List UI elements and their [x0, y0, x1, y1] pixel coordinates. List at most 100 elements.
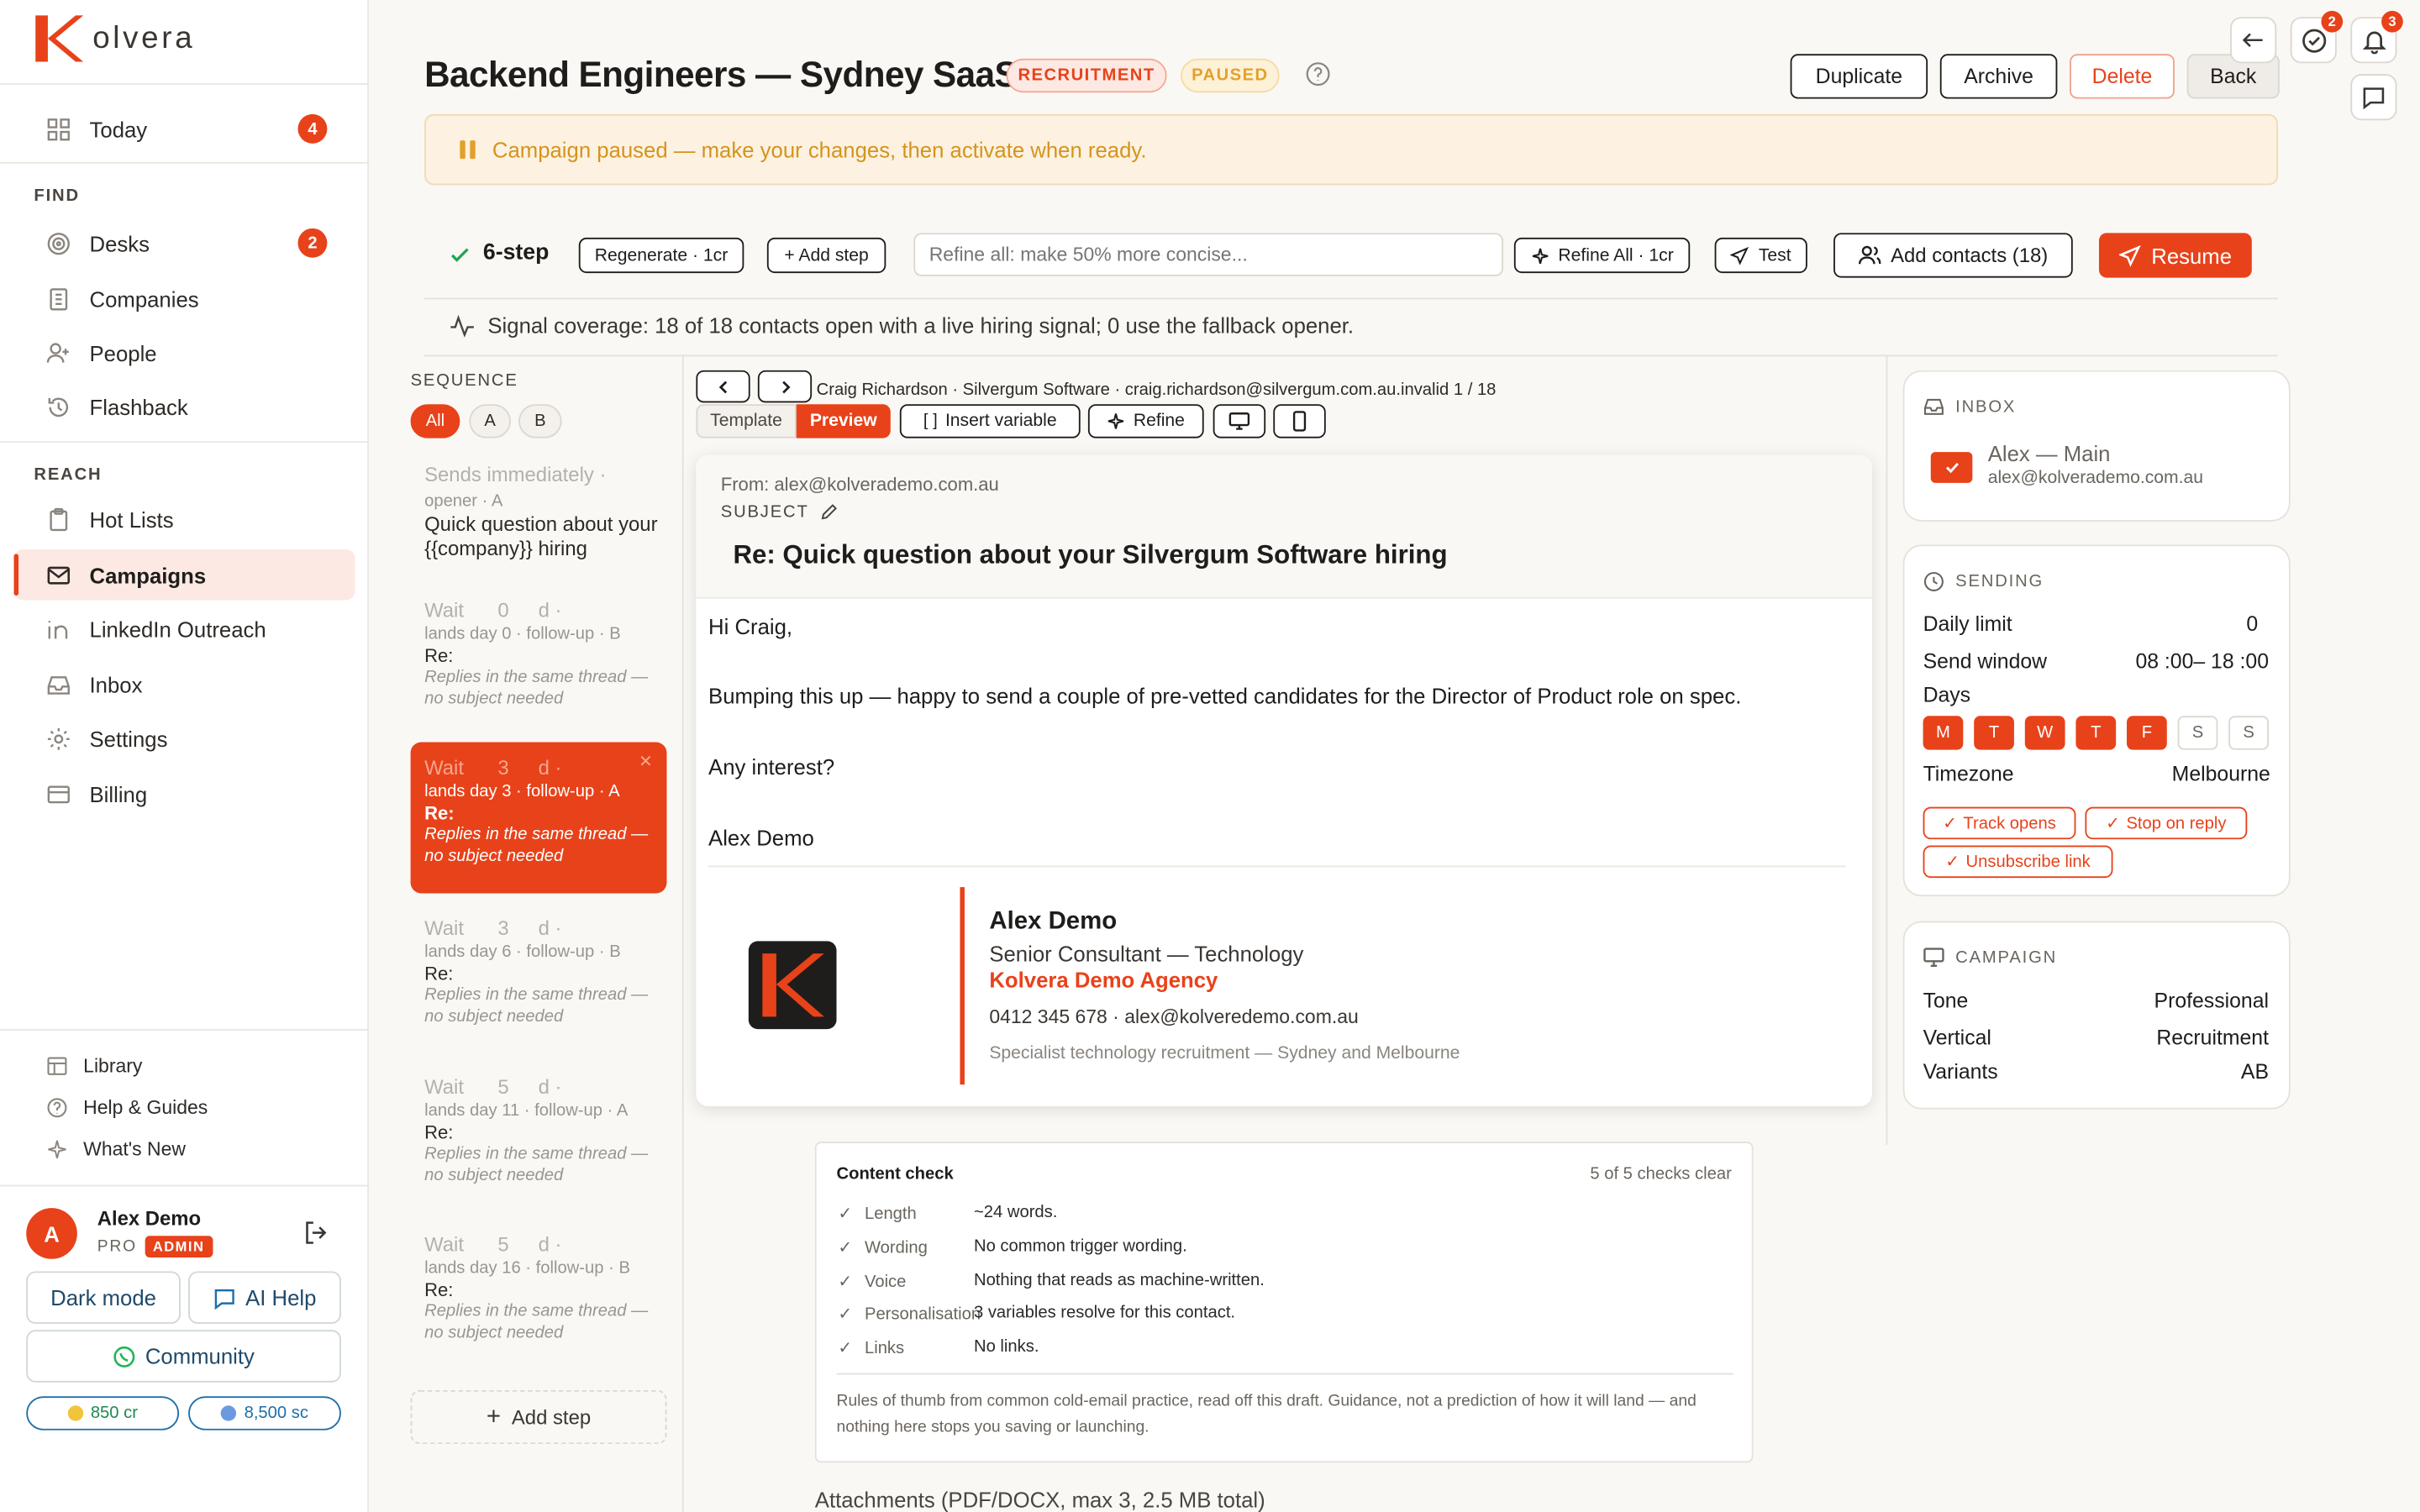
send-window-value[interactable]: 08 :00– 18 :00 [2135, 649, 2269, 673]
desktop-preview-button[interactable] [1213, 404, 1266, 438]
filter-b[interactable]: B [518, 404, 562, 438]
pause-icon [460, 140, 476, 160]
whatsapp-icon [113, 1346, 135, 1367]
step-meta: opener · A [424, 491, 503, 511]
sidebar-item-label: What's New [83, 1138, 186, 1161]
ai-help-button[interactable]: AI Help [188, 1271, 341, 1324]
sidebar-item-people[interactable]: People [14, 327, 355, 378]
logout-icon[interactable] [302, 1219, 330, 1247]
resume-button[interactable]: Resume [2098, 233, 2252, 278]
avatar[interactable]: A [26, 1208, 77, 1259]
sequence-step-3[interactable]: Wait 3 d · lands day 3 · follow-up · A Re:… [410, 742, 667, 894]
check-row: ✓ Voice Nothing that reads as machine-writ… [838, 1271, 1265, 1291]
next-contact-button[interactable] [757, 370, 813, 403]
day-toggle-mon[interactable]: M [1923, 716, 1964, 750]
delete-button[interactable]: Delete [2070, 54, 2175, 99]
wait-days[interactable]: 5 [497, 1233, 508, 1257]
messages-button[interactable] [2350, 74, 2397, 121]
collapse-button[interactable] [2230, 17, 2277, 64]
sequence-step-4[interactable]: Wait 3 d · lands day 6 · follow-up · B Re:… [411, 916, 667, 1027]
inbox-icon [1923, 398, 1944, 415]
tab-template[interactable]: Template [696, 404, 797, 438]
archive-button[interactable]: Archive [1939, 54, 2058, 99]
day-toggle-wed[interactable]: W [2024, 716, 2065, 750]
notifications-button[interactable]: 3 [2350, 10, 2403, 64]
duplicate-button[interactable]: Duplicate [1790, 54, 1928, 99]
day-toggle-sun[interactable]: S [2228, 716, 2270, 750]
sidebar-item-desks[interactable]: Desks 2 [14, 218, 355, 269]
phone-icon [1292, 411, 1307, 432]
check-label: Voice [864, 1272, 907, 1291]
sequence-step-6[interactable]: Wait 5 d · lands day 16 · follow-up · B Re… [411, 1233, 667, 1344]
test-button[interactable]: Test [1714, 237, 1807, 274]
wait-days[interactable]: 3 [497, 916, 508, 940]
sidebar-item-settings[interactable]: Settings [14, 713, 355, 764]
stop-on-reply-toggle[interactable]: ✓ Stop on reply [2085, 806, 2248, 840]
add-step-card[interactable]: + Add step [410, 1389, 667, 1445]
daily-limit-value[interactable]: 0 [2246, 612, 2258, 636]
remove-step-icon[interactable]: ✕ [639, 751, 653, 771]
email-subject[interactable]: Re: Quick question about your Silvergum … [733, 540, 1447, 571]
prev-contact-button[interactable] [696, 370, 750, 403]
tab-preview[interactable]: Preview [796, 404, 891, 438]
arrow-left-icon [2242, 33, 2263, 48]
days-label: Days [1923, 683, 1971, 707]
day-toggle-fri[interactable]: F [2127, 716, 2167, 750]
sidebar-item-linkedin-outreach[interactable]: LinkedIn Outreach [14, 603, 355, 654]
refine-all-button[interactable]: Refine All · 1cr [1513, 237, 1691, 274]
check-value: No links. [973, 1337, 1039, 1357]
signature-name: Alex Demo [989, 908, 1118, 936]
dark-mode-button[interactable]: Dark mode [26, 1271, 181, 1324]
help-icon[interactable] [1306, 61, 1330, 87]
check-row: ✓ Wording No common trigger wording. [838, 1237, 1186, 1257]
refine-button[interactable]: Refine [1087, 404, 1204, 438]
regenerate-button[interactable]: Regenerate · 1cr [578, 237, 744, 274]
email-paragraph-1: Bumping this up — happy to send a couple… [708, 683, 1742, 709]
day-toggle-thu[interactable]: T [2075, 716, 2117, 750]
sequence-step-2[interactable]: Wait 0 d · lands day 0 · follow-up · B Re:… [411, 599, 667, 710]
vertical-row: Vertical Recruitment [1923, 1026, 2269, 1049]
sidebar-item-whats-new[interactable]: What's New [46, 1138, 186, 1161]
filter-a[interactable]: A [469, 404, 511, 438]
sidebar-item-hot-lists[interactable]: Hot Lists [14, 494, 355, 545]
pencil-icon[interactable] [820, 503, 839, 522]
add-step-button[interactable]: + Add step [766, 237, 886, 274]
sidebar-item-today[interactable]: Today 4 [14, 103, 355, 155]
add-contacts-button[interactable]: Add contacts (18) [1833, 233, 2073, 278]
sequence-step-1[interactable]: Sends immediately · opener · A Quick que… [411, 463, 667, 562]
credits-pill[interactable]: 850 cr [26, 1396, 180, 1431]
tone-row: Tone Professional [1923, 989, 2269, 1012]
sidebar-item-library[interactable]: Library [46, 1055, 142, 1077]
community-button[interactable]: Community [26, 1330, 341, 1383]
check-icon: ✓ [2106, 814, 2121, 833]
sidebar-item-flashback[interactable]: Flashback [14, 381, 355, 433]
track-opens-toggle[interactable]: ✓ Track opens [1923, 806, 2076, 840]
check-circle-icon [2302, 28, 2326, 52]
tasks-button[interactable]: 2 [2290, 10, 2344, 64]
sequence-step-5[interactable]: Wait 5 d · lands day 11 · follow-up · A Re… [411, 1075, 667, 1186]
day-toggle-sat[interactable]: S [2177, 716, 2218, 750]
chevron-right-icon [781, 380, 790, 393]
refine-all-input[interactable] [913, 233, 1503, 276]
inbox-checkbox[interactable] [1930, 452, 1973, 483]
community-label: Community [145, 1343, 255, 1369]
filter-all[interactable]: All [410, 404, 460, 438]
unsubscribe-link-toggle[interactable]: ✓ Unsubscribe link [1923, 845, 2113, 879]
sidebar-item-inbox[interactable]: Inbox [14, 659, 355, 710]
sc-pill[interactable]: 8,500 sc [188, 1396, 341, 1431]
sidebar-item-companies[interactable]: Companies [14, 273, 355, 324]
insert-variable-button[interactable]: [ ] Insert variable [899, 404, 1081, 438]
logo[interactable]: olvera [31, 11, 196, 66]
mobile-preview-button[interactable] [1273, 404, 1326, 438]
monitor-icon [1228, 412, 1250, 430]
tasks-badge: 2 [2321, 10, 2344, 33]
sidebar-item-billing[interactable]: Billing [14, 769, 355, 820]
wait-days[interactable]: 0 [497, 599, 508, 622]
wait-days[interactable]: 3 [497, 756, 508, 780]
timezone-label: Timezone [1923, 762, 2014, 785]
timezone-value[interactable]: Melbourne [2172, 762, 2270, 785]
sidebar-item-campaigns[interactable]: Campaigns [13, 549, 355, 601]
wait-days[interactable]: 5 [497, 1075, 508, 1099]
day-toggle-tue[interactable]: T [1974, 716, 2014, 750]
sidebar-item-help[interactable]: Help & Guides [46, 1097, 208, 1119]
